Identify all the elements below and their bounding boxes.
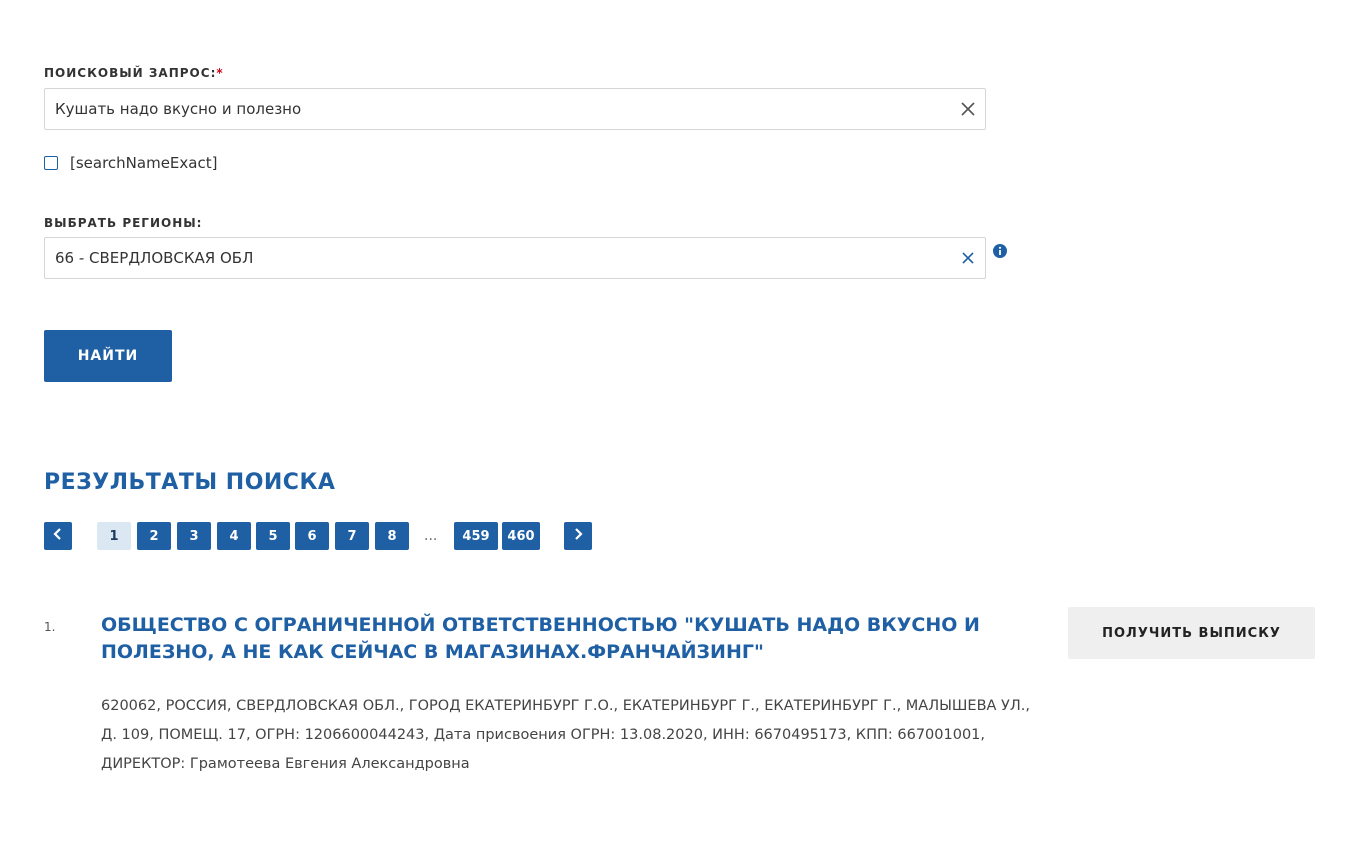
find-button[interactable]: НАЙТИ (44, 330, 172, 382)
regions-selected-value: 66 - СВЕРДЛОВСКАЯ ОБЛ (55, 249, 254, 267)
results-title: РЕЗУЛЬТАТЫ ПОИСКА (44, 470, 336, 495)
result-description: 620062, РОССИЯ, СВЕРДЛОВСКАЯ ОБЛ., ГОРОД… (101, 698, 1031, 772)
page-1[interactable]: 1 (97, 522, 131, 550)
regions-select[interactable]: 66 - СВЕРДЛОВСКАЯ ОБЛ (44, 237, 986, 279)
prev-page-button[interactable] (44, 522, 72, 550)
search-label: ПОИСКОВЫЙ ЗАПРОС:* (44, 66, 224, 80)
page-6[interactable]: 6 (295, 522, 329, 550)
required-mark: * (216, 66, 224, 80)
search-page: ПОИСКОВЫЙ ЗАПРОС:* [searchNameExact] ВЫБ… (0, 0, 1360, 849)
exact-match-row[interactable]: [searchNameExact] (44, 152, 217, 174)
get-extract-button[interactable]: ПОЛУЧИТЬ ВЫПИСКУ (1068, 607, 1315, 659)
pagination-ellipsis: ... (424, 528, 438, 544)
search-input[interactable] (55, 89, 945, 129)
page-8[interactable]: 8 (375, 522, 409, 550)
search-label-text: ПОИСКОВЫЙ ЗАПРОС: (44, 66, 217, 80)
next-page-button[interactable] (564, 522, 592, 550)
exact-match-label: [searchNameExact] (70, 154, 218, 172)
regions-label: ВЫБРАТЬ РЕГИОНЫ: (44, 216, 203, 230)
page-3[interactable]: 3 (177, 522, 211, 550)
close-icon[interactable] (957, 247, 979, 269)
page-460[interactable]: 460 (502, 522, 540, 550)
page-4[interactable]: 4 (217, 522, 251, 550)
exact-match-checkbox[interactable] (44, 156, 58, 170)
result-title-link[interactable]: ОБЩЕСТВО С ОГРАНИЧЕННОЙ ОТВЕТСТВЕННОСТЬЮ… (101, 612, 1031, 666)
search-field[interactable] (44, 88, 986, 130)
page-5[interactable]: 5 (256, 522, 290, 550)
page-459[interactable]: 459 (454, 522, 498, 550)
chevron-right-icon (572, 527, 584, 545)
chevron-left-icon (52, 527, 64, 545)
info-icon[interactable] (993, 243, 1007, 258)
result-number: 1. (44, 620, 56, 634)
page-2[interactable]: 2 (137, 522, 171, 550)
close-icon[interactable] (957, 98, 979, 120)
page-7[interactable]: 7 (335, 522, 369, 550)
